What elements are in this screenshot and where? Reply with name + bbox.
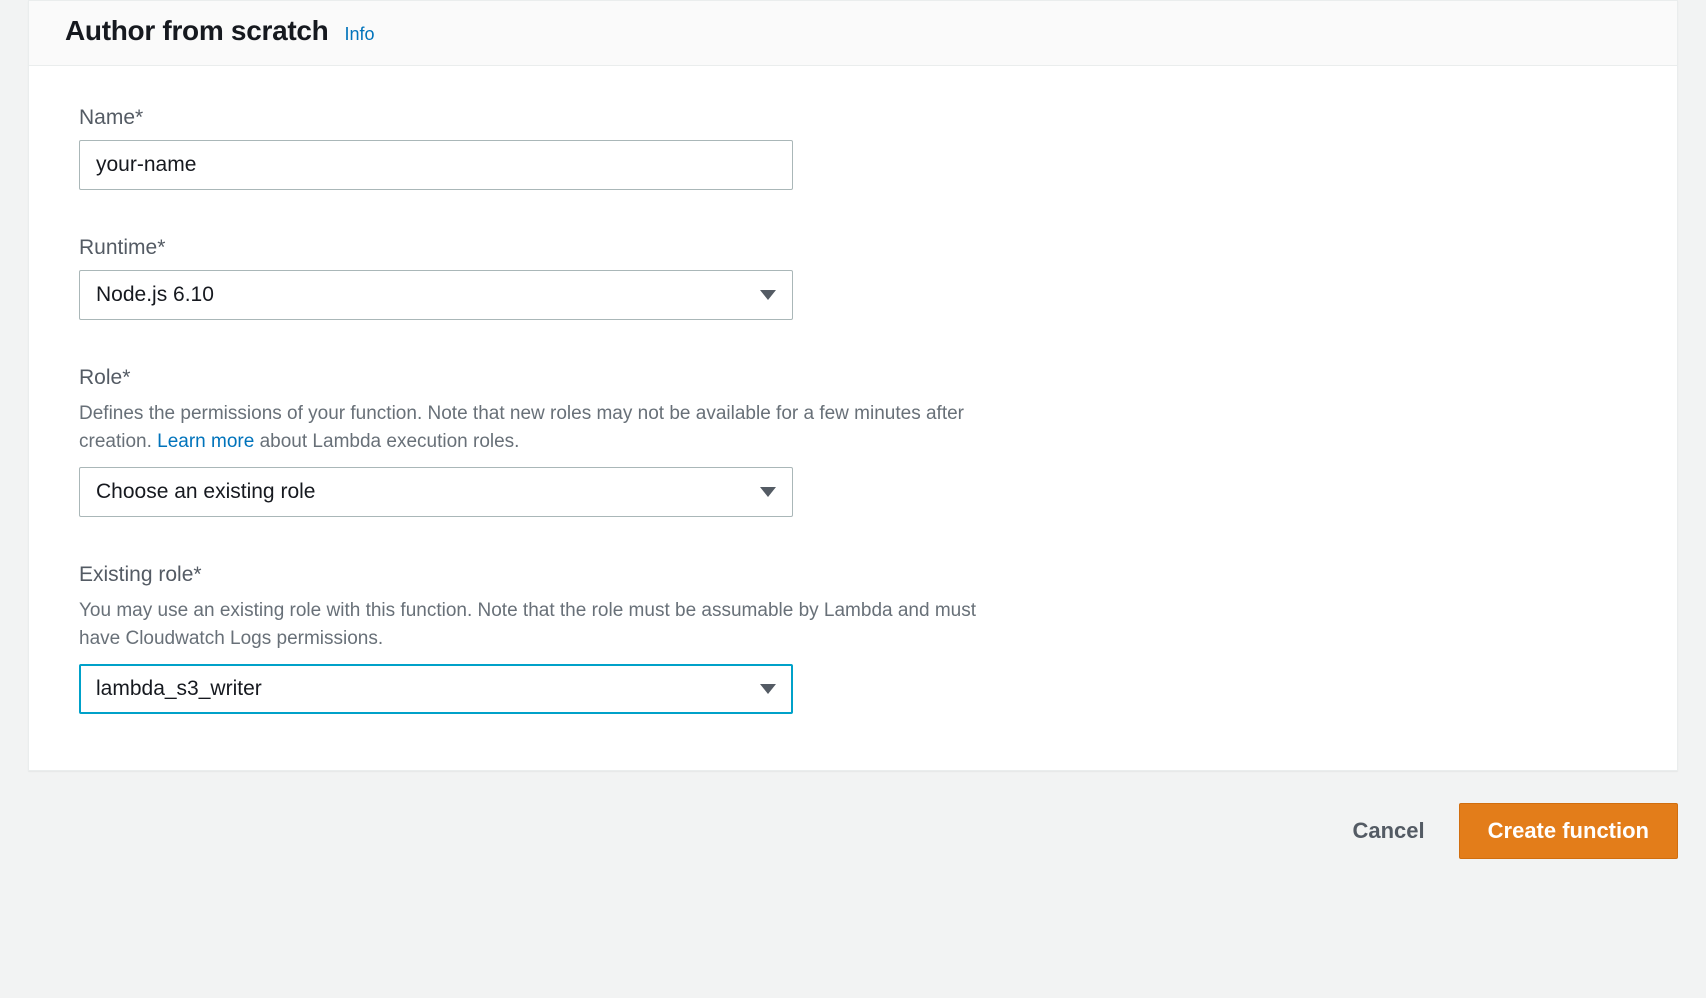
runtime-label: Runtime* (79, 236, 1627, 260)
role-description: Defines the permissions of your function… (79, 400, 1019, 455)
existing-role-group: Existing role* You may use an existing r… (79, 563, 1627, 714)
card-title: Author from scratch (65, 15, 328, 47)
runtime-select[interactable]: Node.js 6.10 (79, 270, 793, 320)
existing-role-select[interactable]: lambda_s3_writer (79, 664, 793, 714)
existing-role-description: You may use an existing role with this f… (79, 597, 1019, 652)
name-group: Name* (79, 106, 1627, 190)
role-selected-value: Choose an existing role (96, 480, 315, 504)
card-header: Author from scratch Info (29, 1, 1677, 66)
existing-role-selected-value: lambda_s3_writer (96, 677, 262, 701)
cancel-button[interactable]: Cancel (1342, 806, 1434, 856)
learn-more-link[interactable]: Learn more (157, 431, 254, 452)
author-from-scratch-card: Author from scratch Info Name* Runtime* … (28, 0, 1678, 771)
chevron-down-icon (760, 684, 776, 694)
runtime-selected-value: Node.js 6.10 (96, 283, 214, 307)
role-label: Role* (79, 366, 1627, 390)
role-group: Role* Defines the permissions of your fu… (79, 366, 1627, 517)
create-function-button[interactable]: Create function (1459, 803, 1678, 859)
name-label: Name* (79, 106, 1627, 130)
runtime-group: Runtime* Node.js 6.10 (79, 236, 1627, 320)
chevron-down-icon (760, 487, 776, 497)
role-select[interactable]: Choose an existing role (79, 467, 793, 517)
chevron-down-icon (760, 290, 776, 300)
info-link[interactable]: Info (344, 24, 374, 45)
card-body: Name* Runtime* Node.js 6.10 Role* Define… (29, 66, 1677, 770)
existing-role-label: Existing role* (79, 563, 1627, 587)
button-row: Cancel Create function (0, 771, 1706, 859)
name-input[interactable] (79, 140, 793, 190)
